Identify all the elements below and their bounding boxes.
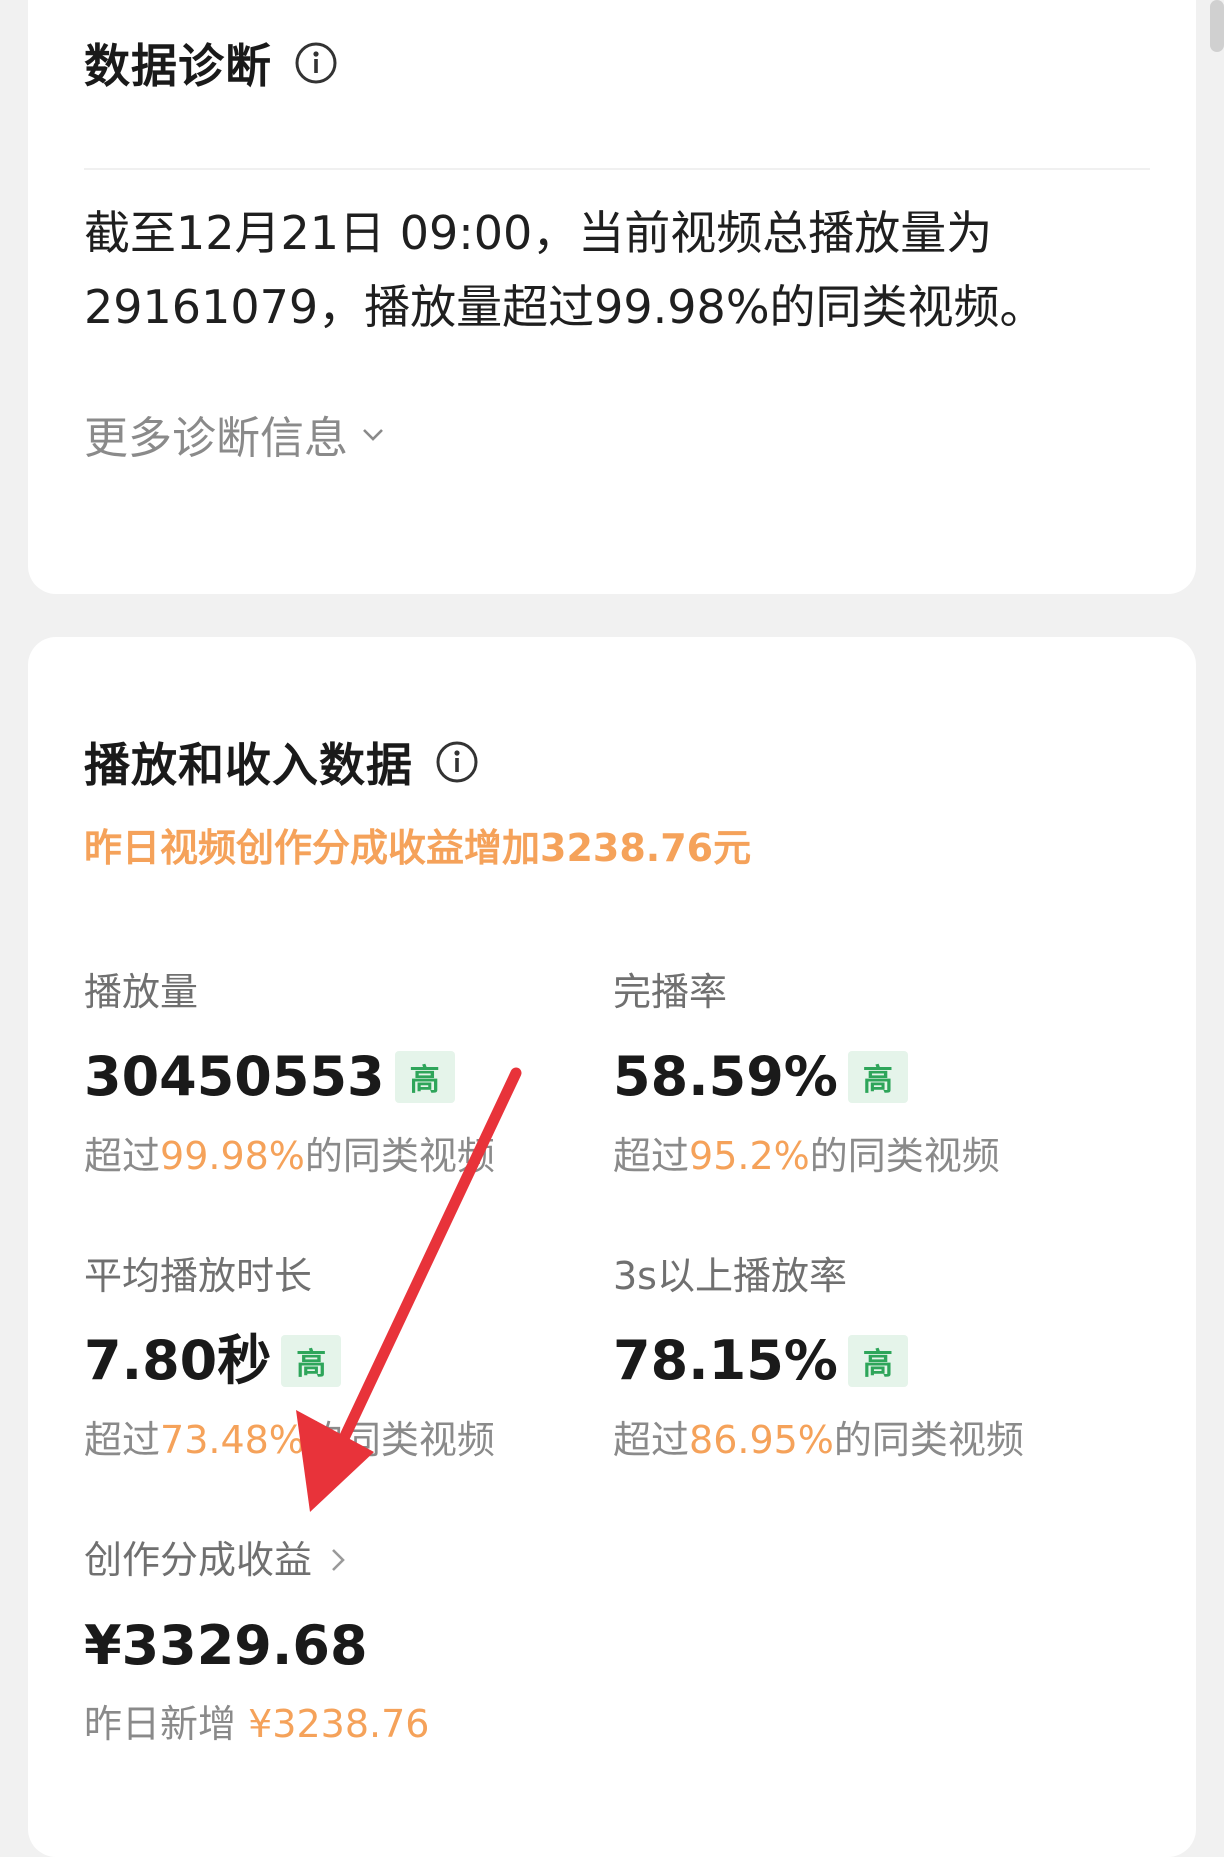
comparison-percent: 95.2% [689,1134,810,1178]
comparison-prefix: 超过 [613,1134,690,1178]
metric-plays[interactable]: 播放量 30450553 高 超过99.98%的同类视频 [84,967,564,1181]
diagnosis-card: 数据诊断 截至12月21日 09:00，当前视频总播放量为29161079，播放… [28,0,1196,594]
info-icon[interactable] [435,740,479,784]
metric-value: 58.59% [613,1045,838,1108]
level-badge: 高 [847,1051,908,1103]
metrics-card: 播放和收入数据 昨日视频创作分成收益增加3238.76元 播放量 3045055… [28,637,1196,1857]
metric-comparison: 超过86.95%的同类视频 [613,1415,1093,1465]
diagnosis-title: 数据诊断 [84,39,272,93]
level-badge: 高 [394,1051,455,1103]
comparison-prefix: 超过 [84,1418,161,1462]
comparison-prefix: 超过 [613,1418,690,1462]
revenue-daily-increase: 昨日新增 ¥3238.76 [84,1699,564,1749]
comparison-suffix: 的同类视频 [304,1134,495,1178]
metric-comparison: 超过73.48%的同类视频 [84,1415,564,1465]
metrics-title: 播放和收入数据 [84,738,413,792]
chevron-down-icon [363,429,383,441]
diagnosis-title-row: 数据诊断 [84,30,338,96]
comparison-percent: 86.95% [689,1418,834,1462]
more-diagnosis-toggle[interactable]: 更多诊断信息 [84,402,388,466]
metric-3s-play-rate[interactable]: 3s以上播放率 78.15% 高 超过86.95%的同类视频 [613,1251,1093,1465]
metric-label: 3s以上播放率 [613,1254,847,1298]
metric-label: 播放量 [84,970,199,1014]
comparison-suffix: 的同类视频 [304,1418,495,1462]
comparison-percent: 99.98% [160,1134,305,1178]
comparison-prefix: 超过 [84,1134,161,1178]
revenue-highlight: 昨日视频创作分成收益增加3238.76元 [84,826,752,870]
comparison-percent: 73.48% [160,1418,305,1462]
more-diagnosis-label: 更多诊断信息 [84,413,348,464]
info-icon[interactable] [294,41,338,85]
comparison-suffix: 的同类视频 [833,1418,1024,1462]
metric-value: 30450553 [84,1045,385,1108]
diagnosis-text: 截至12月21日 09:00，当前视频总播放量为29161079，播放量超过99… [84,206,1046,334]
comparison-suffix: 的同类视频 [809,1134,1000,1178]
metrics-title-row: 播放和收入数据 [84,729,479,795]
metric-value: 7.80秒 [84,1329,272,1392]
level-badge: 高 [281,1335,342,1387]
metric-comparison: 超过99.98%的同类视频 [84,1131,564,1181]
increase-prefix: 昨日新增 [84,1702,237,1746]
level-badge: 高 [847,1335,908,1387]
metric-label: 完播率 [613,970,728,1014]
increase-amount: ¥3238.76 [248,1702,430,1746]
metric-avg-duration[interactable]: 平均播放时长 7.80秒 高 超过73.48%的同类视频 [84,1251,564,1465]
chevron-right-icon [332,1549,345,1571]
metric-comparison: 超过95.2%的同类视频 [613,1131,1093,1181]
metric-creator-revenue[interactable]: 创作分成收益 ¥3329.68 昨日新增 ¥3238.76 [84,1535,564,1749]
diagnosis-divider [84,168,1150,170]
metric-label: 创作分成收益 [84,1538,313,1582]
metric-value: 78.15% [613,1329,838,1392]
scrollbar[interactable] [1210,0,1224,52]
revenue-link[interactable]: 创作分成收益 [84,1535,564,1585]
metric-label: 平均播放时长 [84,1254,313,1298]
revenue-value: ¥3329.68 [84,1613,368,1677]
metric-completion-rate[interactable]: 完播率 58.59% 高 超过95.2%的同类视频 [613,967,1093,1181]
